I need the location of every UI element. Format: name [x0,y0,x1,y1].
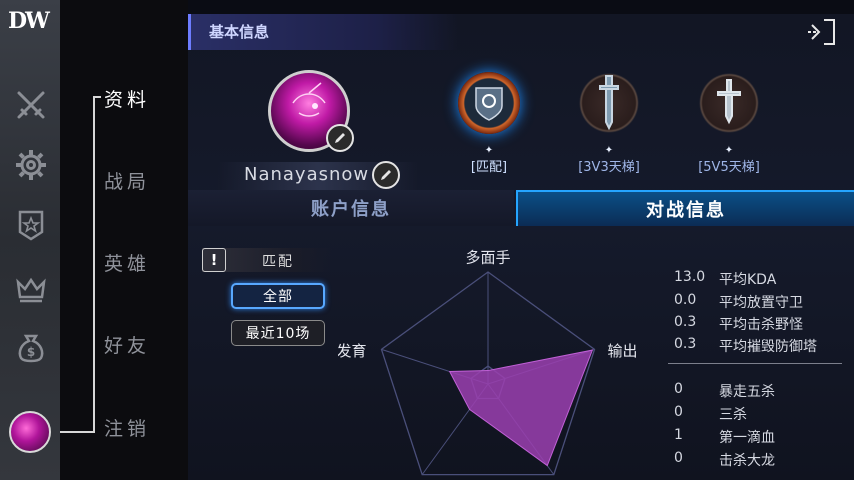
stat-value: 1 [674,427,683,443]
stat-label: 第一滴血 [719,430,775,446]
edit-name-button[interactable] [372,161,400,189]
nav-connector-foot [60,431,95,433]
info-tabs: 账户信息 对战信息 [188,190,854,226]
nav-column: 资料 战局 英雄 好友 注销 [60,0,188,480]
radar-axis-label: 发育 [338,342,366,360]
nav-item-logout[interactable]: 注销 [104,414,150,441]
main-panel: 基本信息 Nanayasnow ✦ [匹配] ✦ [3V3天梯] ✦ [5V5天… [188,14,854,480]
mode-label-match: [匹配] [470,160,508,175]
money-bag-icon[interactable]: $ [14,330,48,364]
gear-icon[interactable] [14,148,48,182]
filter-title: 匹配 [262,254,294,270]
stat-value: 0 [674,381,683,397]
stat-label: 击杀大龙 [719,453,775,469]
radar-axis-label: 输出 [608,342,638,360]
stat-label: 平均放置守卫 [719,295,803,311]
svg-text:$: $ [27,345,35,359]
crown-icon[interactable] [14,272,48,306]
nav-item-profile[interactable]: 资料 [104,85,150,112]
sword-medal-icon [578,72,640,134]
stat-label: 平均摧毁防御塔 [719,339,817,355]
app-logo: DW [8,8,50,34]
match-shield-icon [458,72,520,134]
nav-item-heroes[interactable]: 英雄 [104,249,150,276]
nav-connector-tick [93,96,101,98]
nav-item-friends[interactable]: 好友 [104,331,150,358]
stat-label: 平均击杀野怪 [719,317,803,333]
radar-data-area [448,349,594,467]
sparkle-icon: ✦ [484,145,494,156]
filter-all-button[interactable]: 全部 [231,283,325,309]
pencil-icon [381,170,391,180]
stats-divider [668,363,842,364]
mode-match[interactable]: ✦ [匹配] [434,72,544,175]
player-name: Nanayasnow [244,164,370,185]
mode-label-3v3: [3V3天梯] [578,160,640,175]
stat-value: 0 [674,404,683,420]
sparkle-icon: ✦ [724,145,734,156]
page-title: 基本信息 [209,23,270,41]
filter-recent-button[interactable]: 最近10场 [231,320,325,346]
icon-rail: DW $ [0,0,60,480]
crossed-swords-icon[interactable] [14,88,48,122]
stat-label: 暴走五杀 [719,384,775,400]
mode-5v5[interactable]: ✦ [5V5天梯] [674,72,784,175]
stat-value: 0.0 [674,292,697,308]
stat-label: 三杀 [719,407,747,423]
filter-header: ! 匹配 [202,248,332,272]
tab-account-info[interactable]: 账户信息 [188,190,514,226]
user-avatar-small[interactable] [9,411,51,453]
dagger-medal-icon [698,72,760,134]
stat-value: 13.0 [674,269,706,285]
stat-value: 0 [674,450,683,466]
pencil-icon [335,133,345,143]
header-bar: 基本信息 [188,14,458,50]
stat-value: 0.3 [674,336,697,352]
radar-axis-label: 多面手 [465,249,510,267]
radar-chart: 多面手输出生存推塔发育 [338,249,638,476]
mode-3v3[interactable]: ✦ [3V3天梯] [554,72,664,175]
alert-icon: ! [202,248,226,272]
star-badge-icon[interactable] [14,208,48,242]
nav-item-battles[interactable]: 战局 [104,167,150,194]
nav-connector-line [93,96,95,433]
edit-avatar-button[interactable] [326,124,354,152]
mode-label-5v5: [5V5天梯] [698,160,760,175]
sparkle-icon: ✦ [604,145,614,156]
exit-icon[interactable] [806,16,838,48]
stat-value: 0.3 [674,314,697,330]
stat-label: 平均KDA [719,272,777,288]
tab-battle-info[interactable]: 对战信息 [516,190,854,226]
